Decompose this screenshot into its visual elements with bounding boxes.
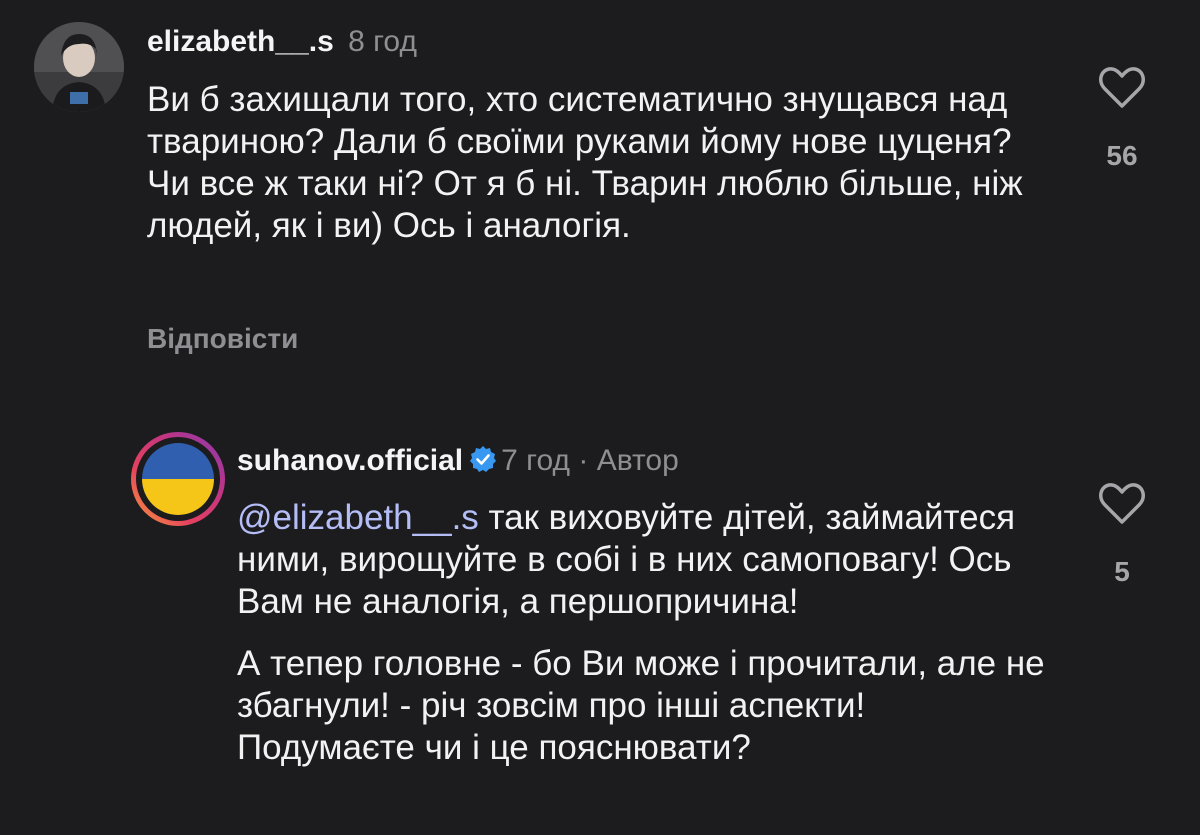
avatar-inner-ring (136, 437, 220, 521)
comment-paragraph-1: @elizabeth__.s так виховуйте дітей, займ… (237, 497, 1052, 623)
ukraine-flag-icon (142, 443, 214, 515)
comment-text: @elizabeth__.s так виховуйте дітей, займ… (237, 497, 1052, 769)
separator-dot: · (578, 444, 589, 477)
username[interactable]: suhanov.official (237, 444, 463, 477)
comment-header: suhanov.official 7 год · Автор (237, 443, 679, 479)
like-column: 5 (1082, 482, 1162, 588)
verified-badge-icon (470, 446, 497, 472)
author-label: Автор (596, 444, 679, 477)
comment-paragraph-2: А тепер головне - бо Ви може і прочитали… (237, 644, 1045, 767)
comment-suhanov: suhanov.official 7 год · Автор @elizabet… (0, 0, 1200, 835)
avatar-suhanov[interactable] (131, 432, 225, 526)
like-count: 5 (1114, 556, 1130, 587)
timestamp: 7 год (501, 444, 570, 477)
heart-outline-icon[interactable] (1098, 482, 1146, 526)
mention-link[interactable]: @elizabeth__.s (237, 498, 479, 537)
